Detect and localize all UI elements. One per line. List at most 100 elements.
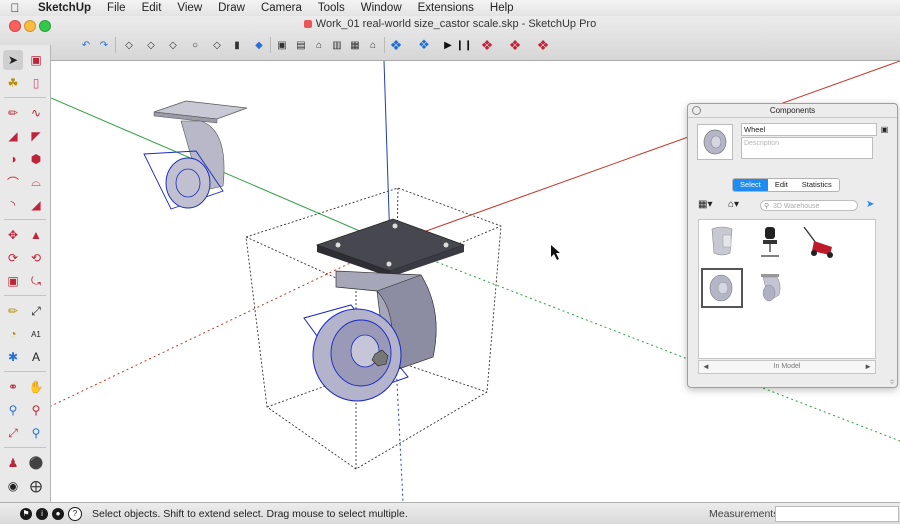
orbit-tool-icon[interactable]: ⚭: [3, 377, 23, 397]
3d-text-icon[interactable]: A: [26, 347, 46, 367]
three-point-arc-icon[interactable]: ◝: [3, 195, 23, 215]
textured-style-icon[interactable]: ▦: [346, 36, 364, 54]
pie-tool-icon[interactable]: ◢: [26, 195, 46, 215]
component-item-wheel[interactable]: [701, 268, 743, 308]
move-tool-icon[interactable]: ✥: [3, 225, 23, 245]
walk-tool-icon[interactable]: ⚫: [26, 453, 46, 473]
component-item-chair-shell[interactable]: [701, 222, 743, 262]
resize-grip-icon[interactable]: ≑: [889, 378, 895, 386]
share-model-icon[interactable]: ❖: [415, 36, 433, 54]
extension-warehouse-icon[interactable]: ❖: [478, 36, 496, 54]
zoom-extents-icon[interactable]: ⤢: [3, 423, 23, 443]
position-camera-icon[interactable]: ♟: [3, 453, 23, 473]
left-view-icon[interactable]: ▮: [228, 36, 246, 54]
menu-edit[interactable]: Edit: [134, 2, 170, 14]
tool-palette: ➤ ▣ ☘ ▯ ✏ ∿ ◢ ◤ ◑ ⬢ ⌒ ⌓ ◝ ◢ ✥ ▲ ⟳ ⟲ ▣ ⤿ …: [0, 45, 51, 502]
menu-bar:  SketchUp File Edit View Draw Camera To…: [0, 0, 900, 17]
menu-window[interactable]: Window: [353, 2, 410, 14]
measurements-field[interactable]: [775, 506, 899, 522]
rectangle-tool-icon[interactable]: ◢: [3, 126, 23, 146]
offset-tool-icon[interactable]: ⤿: [26, 271, 46, 291]
menu-file[interactable]: File: [99, 2, 134, 14]
pause-icon[interactable]: ❙❙: [455, 36, 473, 54]
apple-menu-icon[interactable]: : [0, 1, 30, 15]
shaded-style-icon[interactable]: ▥: [328, 36, 346, 54]
tab-statistics[interactable]: Statistics: [795, 179, 839, 191]
tape-measure-icon[interactable]: ✏: [3, 301, 23, 321]
paint-bucket-icon[interactable]: ☘: [3, 73, 23, 93]
follow-me-icon[interactable]: ⟲: [26, 248, 46, 268]
tab-edit[interactable]: Edit: [768, 179, 795, 191]
view-options-icon[interactable]: ▦▾: [698, 199, 712, 210]
export-component-icon[interactable]: ▣: [880, 124, 889, 135]
zoom-window-icon[interactable]: ⚲: [26, 400, 46, 420]
top-view-icon[interactable]: ◇: [142, 36, 160, 54]
geolocation-icon[interactable]: ⚑: [20, 507, 32, 520]
dimension-tool-icon[interactable]: ⤢: [26, 301, 46, 321]
menu-camera[interactable]: Camera: [253, 2, 310, 14]
look-around-icon[interactable]: ◉: [3, 476, 23, 496]
protractor-icon[interactable]: ◔: [3, 324, 23, 344]
warehouse-search-input[interactable]: ⚲ 3D Warehouse: [760, 200, 858, 211]
component-name-field[interactable]: Wheel: [741, 123, 877, 136]
undo-icon[interactable]: ↶: [77, 36, 95, 54]
instructor-icon[interactable]: ?: [68, 506, 82, 521]
xray-style-icon[interactable]: ▣: [273, 36, 291, 54]
right-view-icon[interactable]: ○: [186, 36, 204, 54]
component-item-lawn-mower[interactable]: [797, 222, 839, 262]
component-description-field[interactable]: Description: [741, 137, 873, 159]
component-item-castor[interactable]: [749, 268, 791, 308]
component-grid: [698, 219, 876, 359]
eraser-icon[interactable]: ▯: [26, 73, 46, 93]
user-icon[interactable]: ●: [52, 507, 64, 520]
rotate-tool-icon[interactable]: ⟳: [3, 248, 23, 268]
line-tool-icon[interactable]: ✏: [3, 103, 23, 123]
tab-select[interactable]: Select: [733, 179, 768, 191]
section-plane-icon[interactable]: ⨁: [26, 476, 46, 496]
redo-icon[interactable]: ↷: [95, 36, 113, 54]
hidden-line-style-icon[interactable]: ⌂: [310, 36, 328, 54]
back-view-icon[interactable]: ◇: [208, 36, 226, 54]
menu-help[interactable]: Help: [482, 2, 522, 14]
menu-extensions[interactable]: Extensions: [410, 2, 482, 14]
search-go-icon[interactable]: ➤: [866, 199, 874, 210]
bottom-view-icon[interactable]: ◆: [250, 36, 268, 54]
rotated-rectangle-icon[interactable]: ◤: [26, 126, 46, 146]
menu-view[interactable]: View: [169, 2, 210, 14]
zoom-tool-icon[interactable]: ⚲: [3, 400, 23, 420]
extension-manager-icon[interactable]: ❖: [506, 36, 524, 54]
credits-icon[interactable]: i: [36, 507, 48, 520]
blue-axis: [383, 61, 391, 245]
iso-view-icon[interactable]: ◇: [120, 36, 138, 54]
component-item-office-chair[interactable]: [749, 222, 791, 262]
freehand-tool-icon[interactable]: ∿: [26, 103, 46, 123]
monochrome-style-icon[interactable]: ⌂: [364, 36, 382, 54]
previous-collection-icon[interactable]: ◄: [702, 361, 710, 373]
axes-tool-icon[interactable]: ✱: [3, 347, 23, 367]
two-point-arc-icon[interactable]: ⌓: [26, 172, 46, 192]
measurements-label: Measurements: [709, 508, 779, 520]
text-tool-icon[interactable]: A1: [26, 324, 46, 344]
wireframe-style-icon[interactable]: ▤: [292, 36, 310, 54]
search-icon: ⚲: [764, 203, 770, 210]
panel-close-icon[interactable]: [692, 106, 701, 115]
arc-tool-icon[interactable]: ⌒: [3, 172, 23, 192]
push-pull-icon[interactable]: ▲: [26, 225, 46, 245]
components-panel-title: Components: [769, 106, 816, 115]
pan-tool-icon[interactable]: ✋: [26, 377, 46, 397]
home-icon[interactable]: ⌂▾: [728, 199, 739, 210]
menu-tools[interactable]: Tools: [310, 2, 353, 14]
next-collection-icon[interactable]: ►: [864, 361, 872, 373]
app-menu[interactable]: SketchUp: [30, 2, 99, 14]
select-tool-icon[interactable]: ➤: [3, 50, 23, 70]
make-component-icon[interactable]: ▣: [26, 50, 46, 70]
polygon-tool-icon[interactable]: ⬢: [26, 149, 46, 169]
circle-tool-icon[interactable]: ◑: [3, 149, 23, 169]
menu-draw[interactable]: Draw: [210, 2, 253, 14]
previous-view-icon[interactable]: ⚲: [26, 423, 46, 443]
scale-tool-icon[interactable]: ▣: [3, 271, 23, 291]
document-icon: [303, 20, 312, 29]
get-models-icon[interactable]: ❖: [387, 36, 405, 54]
extension-settings-icon[interactable]: ❖: [534, 36, 552, 54]
front-view-icon[interactable]: ◇: [164, 36, 182, 54]
